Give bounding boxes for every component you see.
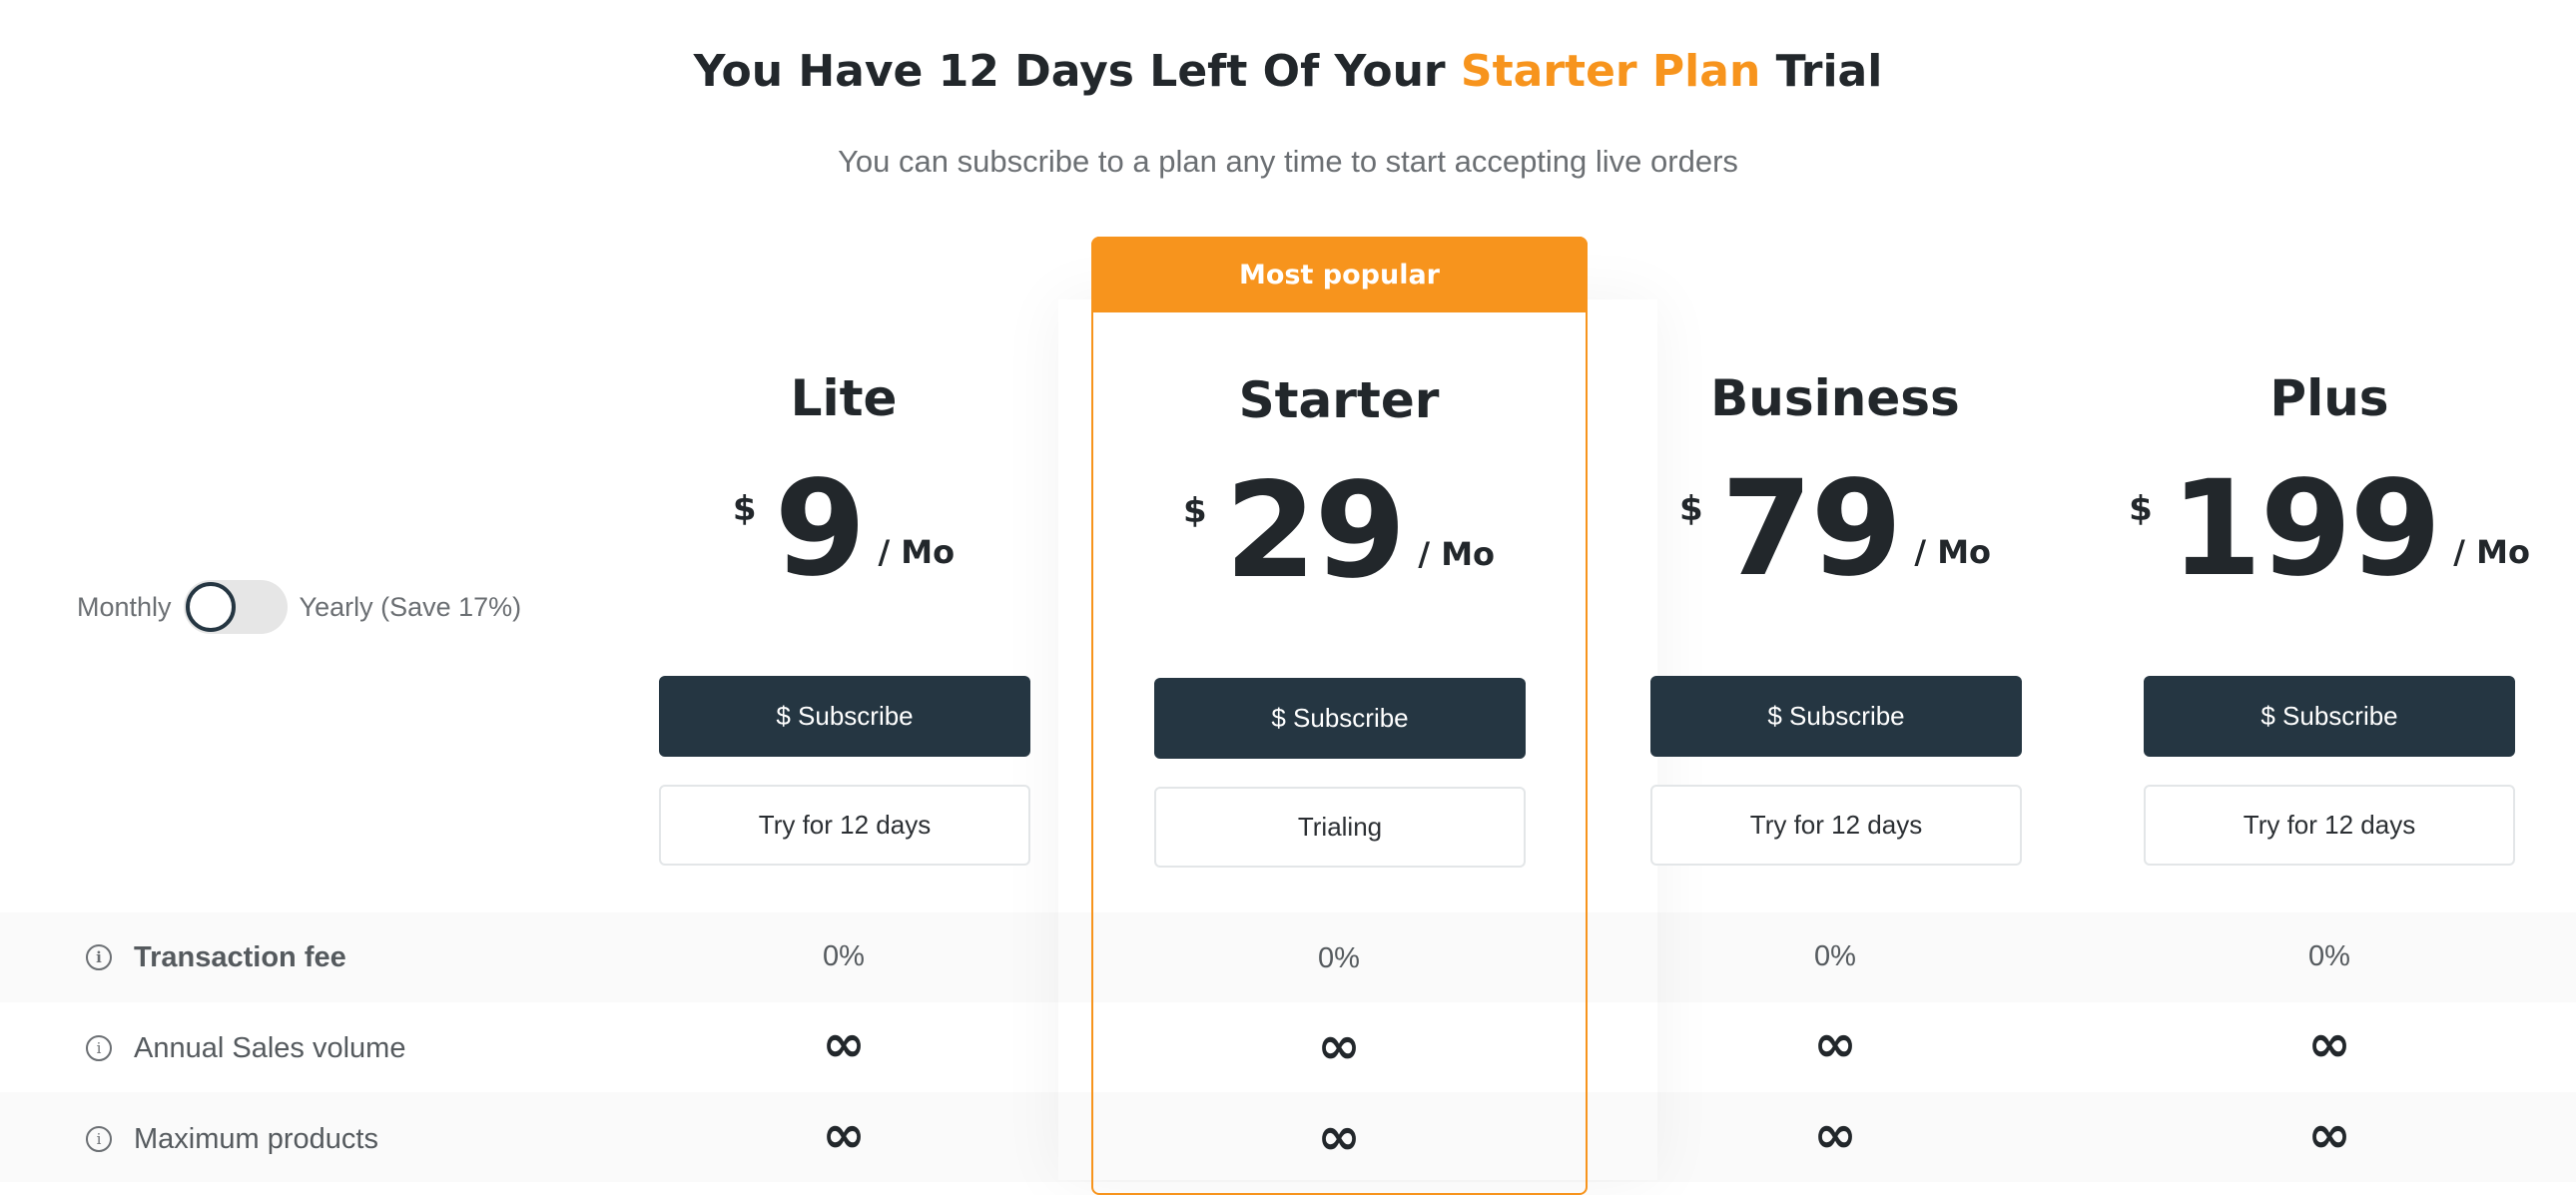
- infinity-icon: ∞: [2307, 1014, 2351, 1074]
- monthly-label: Monthly: [77, 591, 172, 622]
- feature-value: 0%: [823, 940, 865, 972]
- feature-label-text: Annual Sales volume: [134, 1031, 406, 1064]
- currency-symbol: $: [1182, 491, 1207, 531]
- plan-name-business: Business: [1710, 369, 1960, 427]
- subscribe-button-starter[interactable]: $ Subscribe: [1154, 678, 1526, 759]
- toggle-knob: [185, 582, 236, 632]
- feature-label-transaction-fee: i Transaction fee: [86, 937, 346, 977]
- feature-label-annual-sales-volume: i Annual Sales volume: [86, 1028, 405, 1068]
- plan-price-starter: $ 29 / Mo: [1089, 461, 1589, 601]
- price-amount: 29: [1224, 454, 1407, 608]
- info-icon[interactable]: i: [86, 1126, 112, 1152]
- currency-symbol: $: [1678, 489, 1703, 529]
- title-plan-highlight: Starter Plan: [1460, 46, 1761, 97]
- infinity-icon: ∞: [2307, 1105, 2351, 1165]
- info-icon[interactable]: i: [86, 1035, 112, 1061]
- plan-price-plus: $ 199 / Mo: [2080, 459, 2576, 599]
- feature-value: 0%: [1814, 940, 1856, 972]
- infinity-icon: ∞: [1317, 1107, 1361, 1167]
- subscribe-button-lite[interactable]: $ Subscribe: [659, 676, 1030, 757]
- price-period: / Mo: [1418, 535, 1496, 573]
- yearly-label: Yearly (Save 17%): [299, 591, 522, 622]
- price-period: / Mo: [878, 533, 956, 571]
- plan-name-lite: Lite: [790, 369, 898, 427]
- feature-value: 0%: [2308, 940, 2350, 972]
- plan-name-plus: Plus: [2269, 369, 2389, 427]
- plan-price-lite: $ 9 / Mo: [594, 459, 1093, 599]
- plan-name-starter: Starter: [1238, 371, 1440, 429]
- price-amount: 9: [774, 452, 867, 606]
- feature-label-maximum-products: i Maximum products: [86, 1119, 378, 1159]
- subscribe-button-business[interactable]: $ Subscribe: [1650, 676, 2022, 757]
- title-suffix: Trial: [1760, 46, 1883, 97]
- price-period: / Mo: [1914, 533, 1992, 571]
- page-subtitle: You can subscribe to a plan any time to …: [838, 144, 1738, 179]
- title-prefix: You Have 12 Days Left Of Your: [693, 46, 1461, 97]
- feature-label-text: Transaction fee: [134, 940, 346, 973]
- trial-button-plus[interactable]: Try for 12 days: [2144, 785, 2515, 866]
- subscribe-button-plus[interactable]: $ Subscribe: [2144, 676, 2515, 757]
- price-period: / Mo: [2453, 533, 2530, 571]
- infinity-icon: ∞: [1813, 1105, 1857, 1165]
- billing-period-toggle: Monthly Yearly (Save 17%): [77, 579, 521, 635]
- trial-button-business[interactable]: Try for 12 days: [1650, 785, 2022, 866]
- most-popular-badge: Most popular: [1091, 237, 1588, 312]
- billing-toggle-switch[interactable]: [183, 580, 288, 634]
- info-icon[interactable]: i: [86, 944, 112, 970]
- plan-price-business: $ 79 / Mo: [1586, 459, 2085, 599]
- feature-value: 0%: [1318, 942, 1360, 974]
- feature-label-text: Maximum products: [134, 1122, 378, 1155]
- price-amount: 79: [1720, 452, 1903, 606]
- infinity-icon: ∞: [1813, 1014, 1857, 1074]
- price-amount: 199: [2170, 452, 2442, 606]
- page-title: You Have 12 Days Left Of Your Starter Pl…: [0, 46, 2576, 97]
- trial-button-lite[interactable]: Try for 12 days: [659, 785, 1030, 866]
- infinity-icon: ∞: [822, 1105, 866, 1165]
- currency-symbol: $: [2129, 489, 2153, 529]
- infinity-icon: ∞: [822, 1014, 866, 1074]
- currency-symbol: $: [732, 489, 757, 529]
- infinity-icon: ∞: [1317, 1016, 1361, 1076]
- trialing-button-starter[interactable]: Trialing: [1154, 787, 1526, 868]
